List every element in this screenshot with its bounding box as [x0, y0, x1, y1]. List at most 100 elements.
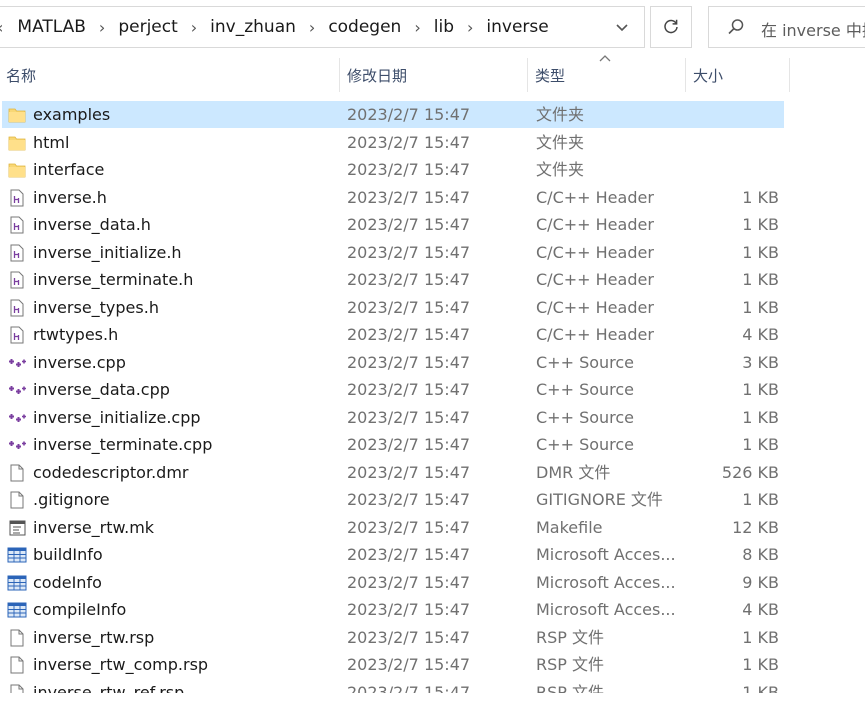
- file-row[interactable]: rtwtypes.h 2023/2/7 15:47 C/C++ Header 4 KB: [0, 321, 865, 349]
- file-type: RSP 文件: [536, 655, 605, 674]
- search-icon: [728, 19, 744, 35]
- file-row[interactable]: .gitignore 2023/2/7 15:47 GITIGNORE 文件 1 KB: [0, 486, 865, 514]
- column-divider[interactable]: [527, 58, 528, 92]
- file-size: 9 KB: [742, 572, 779, 592]
- file-row[interactable]: buildInfo 2023/2/7 15:47 Microsoft Acces..…: [0, 541, 865, 569]
- modified-date: 2023/2/7 15:47: [347, 517, 471, 537]
- modified-date: 2023/2/7 15:47: [347, 325, 471, 344]
- file-name: codeInfo: [33, 572, 102, 592]
- file-name: inverse_data.cpp: [33, 380, 170, 399]
- blank-file-icon: [7, 463, 27, 483]
- file-size: 1 KB: [742, 380, 779, 399]
- file-type: 文件夹: [536, 132, 585, 152]
- sort-ascending-icon: [599, 55, 611, 62]
- breadcrumb-item[interactable]: inverse: [486, 17, 548, 37]
- file-name: inverse.cpp: [33, 352, 126, 372]
- file-row[interactable]: inverse_rtw.rsp 2023/2/7 15:47 RSP 文件 1 KB: [0, 624, 865, 652]
- file-type: C++ Source: [536, 407, 635, 427]
- file-size: 1 KB: [742, 297, 779, 317]
- file-row[interactable]: codeInfo 2023/2/7 15:47 Microsoft Acces...…: [0, 569, 865, 597]
- file-size: 1 KB: [742, 242, 779, 262]
- modified-date: 2023/2/7 15:47: [347, 297, 471, 317]
- header-file-icon: [7, 188, 27, 208]
- breadcrumb-item[interactable]: lib: [434, 17, 454, 37]
- table-icon: [7, 600, 27, 620]
- address-bar[interactable]: ‹ MATLAB › perject › inv_zhuan › codegen › lib › i…: [0, 6, 645, 48]
- file-row[interactable]: compileInfo 2023/2/7 15:47 Microsoft Acces…: [0, 596, 865, 624]
- folder-icon: [7, 105, 27, 125]
- file-type: 文件夹: [536, 160, 585, 179]
- file-type: 文件夹: [536, 105, 585, 124]
- folder-row[interactable]: html 2023/2/7 15:47 文件夹: [0, 129, 865, 157]
- column-divider[interactable]: [685, 58, 686, 92]
- file-name: codedescriptor.dmr: [33, 462, 189, 482]
- file-row[interactable]: inverse_data.cpp 2023/2/7 15:47 C++ Source…: [0, 376, 865, 404]
- file-row[interactable]: inverse.cpp 2023/2/7 15:47 C++ Source 3 KB: [0, 349, 865, 377]
- file-row[interactable]: inverse.h 2023/2/7 15:47 C/C++ Header 1 KB: [0, 184, 865, 212]
- breadcrumb-item[interactable]: MATLAB: [17, 17, 86, 37]
- column-divider[interactable]: [339, 58, 340, 92]
- column-header-date[interactable]: 修改日期: [341, 58, 527, 92]
- cpp-file-icon: [7, 380, 27, 400]
- file-row[interactable]: inverse_rtw.mk 2023/2/7 15:47 Makefile 12 K…: [0, 514, 865, 542]
- file-size: 3 KB: [742, 352, 779, 372]
- file-type: C/C++ Header: [536, 297, 654, 317]
- breadcrumb-item[interactable]: perject: [118, 17, 177, 37]
- breadcrumb-separator-icon[interactable]: ›: [414, 18, 420, 37]
- file-row[interactable]: inverse_terminate.h 2023/2/7 15:47 C/C++ H…: [0, 266, 865, 294]
- file-row[interactable]: inverse_data.h 2023/2/7 15:47 C/C++ Header…: [0, 211, 865, 239]
- file-name: inverse_initialize.cpp: [33, 407, 201, 427]
- file-type: RSP 文件: [536, 627, 605, 647]
- file-name: inverse_types.h: [33, 297, 159, 317]
- blank-file-icon: [7, 655, 27, 675]
- file-row[interactable]: inverse_types.h 2023/2/7 15:47 C/C++ Heade…: [0, 294, 865, 322]
- makefile-icon: [7, 518, 27, 538]
- file-name: inverse_rtw_ref.rsp: [33, 682, 185, 694]
- blank-file-icon: [7, 628, 27, 648]
- file-list[interactable]: examples 2023/2/7 15:47 文件夹 html 2023/2/7 15…: [0, 101, 865, 693]
- header-file-icon: [7, 325, 27, 345]
- address-history-dropdown-icon[interactable]: [612, 20, 632, 36]
- breadcrumb-separator-icon[interactable]: ›: [467, 18, 473, 37]
- file-row[interactable]: inverse_initialize.cpp 2023/2/7 15:47 C++ …: [0, 404, 865, 432]
- header-file-icon: [7, 215, 27, 235]
- file-type: C/C++ Header: [536, 215, 654, 234]
- file-type: Microsoft Acces...: [536, 572, 676, 592]
- folder-row[interactable]: examples 2023/2/7 15:47 文件夹: [0, 101, 865, 129]
- file-row[interactable]: inverse_initialize.h 2023/2/7 15:47 C/C++ …: [0, 239, 865, 267]
- file-name: html: [33, 132, 70, 152]
- modified-date: 2023/2/7 15:47: [347, 187, 471, 207]
- file-row[interactable]: inverse_rtw_comp.rsp 2023/2/7 15:47 RSP 文件…: [0, 651, 865, 679]
- folder-row[interactable]: interface 2023/2/7 15:47 文件夹: [0, 156, 865, 184]
- cpp-file-icon: [7, 435, 27, 455]
- column-header-name[interactable]: 名称: [0, 58, 340, 92]
- file-row[interactable]: codedescriptor.dmr 2023/2/7 15:47 DMR 文件 52…: [0, 459, 865, 487]
- file-type: GITIGNORE 文件: [536, 490, 663, 509]
- column-header-type[interactable]: 类型: [529, 58, 684, 92]
- breadcrumb-separator-icon[interactable]: ›: [191, 18, 197, 37]
- refresh-button[interactable]: [650, 6, 692, 48]
- modified-date: 2023/2/7 15:47: [347, 572, 471, 592]
- file-size: 4 KB: [742, 325, 779, 344]
- column-divider[interactable]: [789, 58, 790, 92]
- file-row[interactable]: inverse_rtw_ref.rsp 2023/2/7 15:47 RSP 文件 1…: [0, 679, 865, 694]
- breadcrumb-overflow-icon[interactable]: ‹: [0, 18, 3, 37]
- breadcrumb-separator-icon[interactable]: ›: [99, 18, 105, 37]
- file-size: 1 KB: [742, 655, 779, 674]
- modified-date: 2023/2/7 15:47: [347, 215, 471, 234]
- column-header-size[interactable]: 大小: [687, 58, 787, 92]
- file-row[interactable]: inverse_terminate.cpp 2023/2/7 15:47 C++ S…: [0, 431, 865, 459]
- modified-date: 2023/2/7 15:47: [347, 242, 471, 262]
- file-type: C/C++ Header: [536, 270, 654, 289]
- search-input[interactable]: 在 inverse 中搜: [708, 6, 865, 48]
- blank-file-icon: [7, 490, 27, 510]
- breadcrumb-item[interactable]: codegen: [328, 17, 401, 37]
- breadcrumb-separator-icon[interactable]: ›: [309, 18, 315, 37]
- file-size: 1 KB: [742, 270, 779, 289]
- modified-date: 2023/2/7 15:47: [347, 655, 471, 674]
- breadcrumb-item[interactable]: inv_zhuan: [210, 17, 296, 37]
- modified-date: 2023/2/7 15:47: [347, 490, 471, 509]
- file-name: inverse_terminate.cpp: [33, 435, 213, 454]
- modified-date: 2023/2/7 15:47: [347, 435, 471, 454]
- folder-icon: [7, 160, 27, 180]
